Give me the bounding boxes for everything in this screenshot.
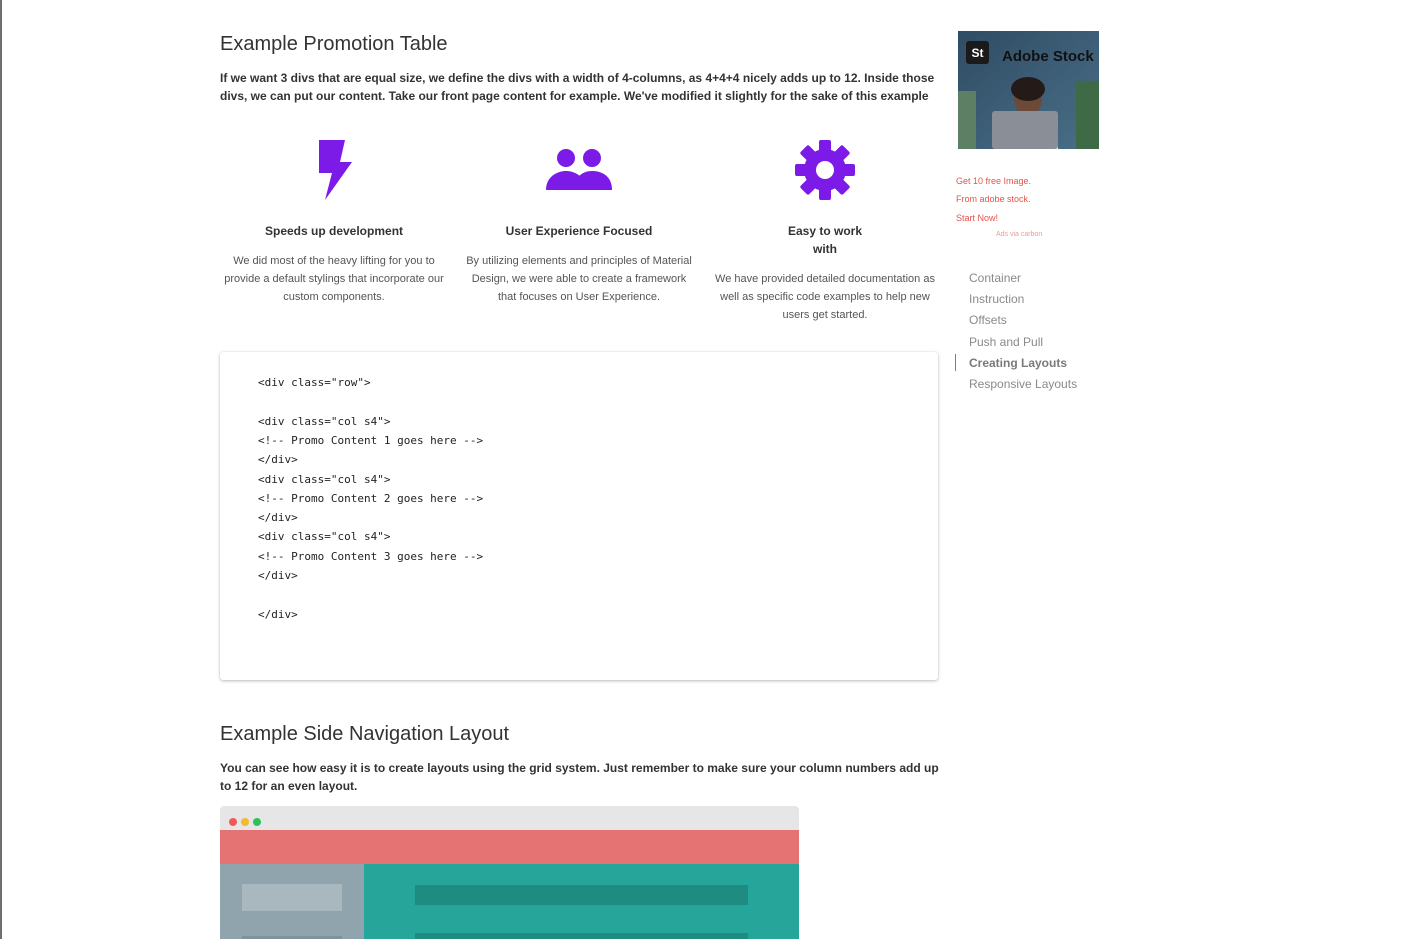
ad-image[interactable]: St Adobe Stock xyxy=(958,31,1099,149)
ad-text-line[interactable]: Start Now! xyxy=(956,212,998,224)
preview-header xyxy=(220,830,799,864)
promotion-title: Example Promotion Table xyxy=(220,33,448,55)
toc-item-label: Creating Layouts xyxy=(969,356,1068,370)
toc-item-label: Push and Pull xyxy=(969,335,1044,349)
window-edge xyxy=(0,0,2,939)
page: Example Promotion Table If we want 3 div… xyxy=(0,0,1403,939)
flash-icon xyxy=(319,140,352,200)
promo-card-easy: Easy to work with We have provided detai… xyxy=(710,138,940,328)
code-line: <div class="col s4"> xyxy=(258,530,391,544)
code-line: <!-- Promo Content 2 goes here --> xyxy=(258,491,484,505)
ad-photo: St Adobe Stock xyxy=(958,31,1099,149)
preview-side-nav xyxy=(220,864,364,939)
code-line: <div class="col s4"> xyxy=(258,414,391,428)
toc-item-responsive-layouts[interactable]: Responsive Layouts xyxy=(955,375,1155,393)
code-line: </div> xyxy=(258,607,298,621)
window-maximize-dot xyxy=(253,818,261,826)
code-line: <div class="row"> xyxy=(258,376,371,389)
promo-text: We did most of the heavy lifting for you… xyxy=(224,255,444,303)
toc-item-label: Instruction xyxy=(969,292,1025,306)
code-block: <div class="row"> <div class="col s4"> <!-… xyxy=(220,352,938,680)
toc-item-label: Container xyxy=(969,271,1022,285)
ad-text-line[interactable]: Get 10 free Image. xyxy=(956,175,1031,187)
settings-icon xyxy=(795,140,855,200)
toc-item-label: Responsive Layouts xyxy=(969,377,1078,391)
ad-brand-name: Adobe Stock xyxy=(1002,48,1094,65)
preview-side-block xyxy=(242,884,342,911)
code-line: </div> xyxy=(258,511,298,525)
side-nav-lead: You can see how easy it is to create lay… xyxy=(220,761,939,793)
ad-text-line[interactable]: From adobe stock. xyxy=(956,193,1031,205)
promo-card-speed: Speeds up development We did most of the… xyxy=(219,138,449,308)
toc-item-container[interactable]: Container xyxy=(955,269,1155,287)
browser-title-bar xyxy=(220,806,799,830)
promotion-lead: If we want 3 divs that are equal size, w… xyxy=(220,71,935,103)
window-minimize-dot xyxy=(241,818,249,826)
code-line: <div class="col s4"> xyxy=(258,472,391,486)
toc-item-offsets[interactable]: Offsets xyxy=(955,311,1155,329)
side-nav-title: Example Side Navigation Layout xyxy=(220,723,510,745)
promo-text: By utilizing elements and principles of … xyxy=(466,255,692,303)
toc-item-label: Offsets xyxy=(969,313,1007,327)
preview-main xyxy=(364,864,799,939)
ad-via-carbon-link[interactable]: Ads via carbon xyxy=(996,231,1042,238)
group-icon xyxy=(546,149,612,190)
promo-card-ux: User Experience Focused By utilizing ele… xyxy=(464,138,694,308)
preview-content-bar xyxy=(415,885,748,905)
window-close-dot xyxy=(229,818,237,826)
promo-title: User Experience Focused xyxy=(505,224,653,238)
toc-item-instruction[interactable]: Instruction xyxy=(955,290,1155,308)
promo-title: Speeds up development xyxy=(264,224,404,238)
code-line: <!-- Promo Content 3 goes here --> xyxy=(258,549,484,563)
promo-text: We have provided detailed documentation … xyxy=(715,273,935,321)
code-line: </div> xyxy=(258,569,298,582)
toc-item-creating-layouts[interactable]: Creating Layouts xyxy=(955,354,1155,372)
ad-brand-mark: St xyxy=(972,46,984,60)
promo-title: Easy to work with xyxy=(787,224,863,256)
toc-item-push-and-pull[interactable]: Push and Pull xyxy=(955,333,1155,351)
code-line: <!-- Promo Content 1 goes here --> xyxy=(258,433,484,447)
side-nav-layout-preview xyxy=(220,806,799,939)
preview-content-bar xyxy=(415,933,748,939)
code-line: </div> xyxy=(258,453,298,467)
